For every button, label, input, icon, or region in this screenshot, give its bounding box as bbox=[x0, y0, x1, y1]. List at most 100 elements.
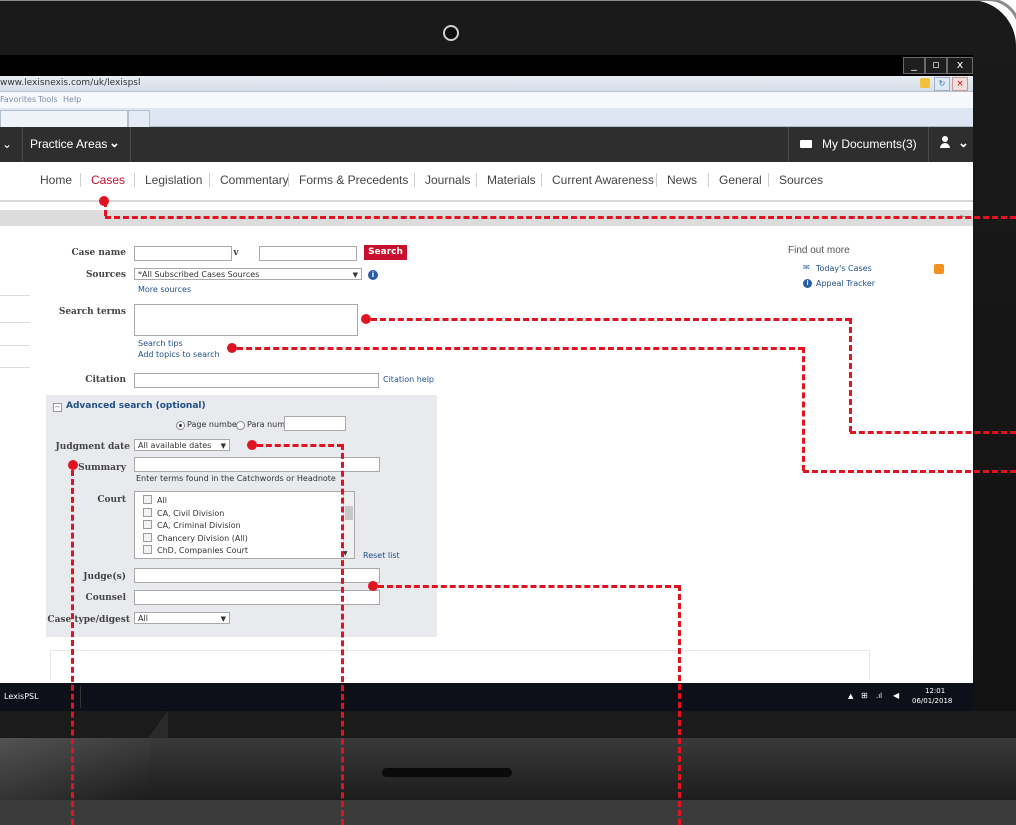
nav-divider bbox=[130, 127, 131, 162]
nav-general[interactable]: General bbox=[719, 173, 762, 187]
practice-areas-chevron-icon: ⌄ bbox=[109, 135, 120, 150]
para-number-radio[interactable] bbox=[236, 421, 245, 430]
callout-line bbox=[378, 585, 680, 588]
court-option-label: ChD, Companies Court bbox=[157, 546, 249, 555]
user-chevron-icon[interactable]: ⌄ bbox=[958, 135, 969, 151]
nav-journals[interactable]: Journals bbox=[425, 173, 470, 187]
citation-input[interactable] bbox=[134, 373, 379, 388]
laptop-screen: _ ▫ x www.lexisnexis.com/uk/lexispsl ↻ ×… bbox=[0, 55, 973, 711]
court-list-scrollbar[interactable] bbox=[343, 492, 354, 558]
page-para-input[interactable] bbox=[284, 416, 346, 431]
court-option[interactable]: Chancery Division (All) bbox=[135, 532, 354, 546]
nav-sources[interactable]: Sources bbox=[779, 173, 823, 187]
case-name-party2-input[interactable] bbox=[259, 246, 357, 261]
case-type-label: Case type/digest bbox=[47, 615, 130, 625]
menu-item-help[interactable]: Help bbox=[63, 92, 81, 108]
case-type-select[interactable]: All ▼ bbox=[134, 612, 230, 624]
dropdown-arrow-icon: ▼ bbox=[220, 442, 226, 450]
checkbox[interactable] bbox=[143, 495, 152, 504]
court-option-label: All bbox=[157, 496, 167, 505]
menu-item-favorites[interactable]: Favorites bbox=[0, 92, 36, 108]
reset-list-link[interactable]: Reset list bbox=[363, 551, 400, 560]
court-option[interactable]: All bbox=[135, 492, 354, 508]
callout-dot-summary bbox=[68, 460, 78, 470]
nav-news[interactable]: News bbox=[667, 173, 697, 187]
nav-commentary[interactable]: Commentary bbox=[220, 173, 289, 187]
court-option-label: CA, Civil Division bbox=[157, 508, 225, 518]
dropdown-arrow-icon: ▼ bbox=[352, 271, 358, 279]
callout-dot-add-topics bbox=[227, 343, 237, 353]
page-number-label: Page number bbox=[187, 420, 241, 429]
nav-current-awareness[interactable]: Current Awareness bbox=[552, 173, 654, 187]
maximize-button[interactable]: ▫ bbox=[925, 57, 947, 74]
browser-tab-active[interactable] bbox=[0, 110, 128, 127]
court-option[interactable]: ChD, Companies Court bbox=[135, 545, 354, 558]
refresh-icon[interactable]: ↻ bbox=[934, 77, 950, 91]
nav-forms-precedents[interactable]: Forms & Precedents bbox=[299, 173, 408, 187]
more-sources-link[interactable]: More sources bbox=[138, 285, 191, 294]
nav-cases[interactable]: Cases bbox=[91, 173, 125, 187]
citation-help-link[interactable]: Citation help bbox=[383, 375, 434, 384]
chevron-down-icon[interactable]: ⌄ bbox=[2, 137, 12, 151]
network-icon[interactable]: ⊞ bbox=[861, 691, 868, 700]
search-button[interactable]: Search bbox=[364, 245, 407, 260]
page-number-radio[interactable] bbox=[176, 421, 185, 430]
volume-icon[interactable]: ◀ bbox=[893, 691, 899, 700]
counsel-label: Counsel bbox=[85, 593, 126, 603]
court-listbox[interactable]: All CA, Civil Division CA, Criminal Divi… bbox=[134, 491, 355, 559]
tray-expand-icon[interactable]: ▲ bbox=[848, 692, 853, 700]
appeal-tracker-link[interactable]: Appeal Tracker bbox=[816, 279, 875, 288]
user-icon[interactable] bbox=[940, 136, 950, 148]
checkbox[interactable] bbox=[143, 532, 152, 542]
case-name-party1-input[interactable] bbox=[134, 246, 232, 261]
clock-time: 12:01 bbox=[925, 687, 946, 695]
court-option[interactable]: CA, Civil Division bbox=[135, 507, 354, 521]
checkbox[interactable] bbox=[143, 545, 152, 554]
practice-areas-menu[interactable]: Practice Areas bbox=[30, 137, 107, 151]
stop-icon[interactable]: × bbox=[952, 77, 968, 91]
advanced-search-toggle[interactable]: Advanced search (optional) bbox=[66, 401, 206, 411]
new-tab-button[interactable] bbox=[128, 110, 150, 127]
nav-legislation[interactable]: Legislation bbox=[145, 173, 202, 187]
court-option-label: Chancery Division (All) bbox=[157, 533, 248, 543]
court-option[interactable]: CA, Criminal Division bbox=[135, 520, 354, 533]
sources-select-value: *All Subscribed Cases Sources bbox=[138, 270, 260, 279]
sources-select[interactable]: *All Subscribed Cases Sources ▼ bbox=[134, 268, 362, 280]
taskbar-app-lexispsl[interactable]: LexisPSL bbox=[4, 692, 39, 701]
my-documents-link[interactable]: My Documents bbox=[822, 137, 902, 151]
callout-dot-search-terms bbox=[361, 314, 371, 324]
signal-icon[interactable]: .ıl bbox=[876, 692, 882, 700]
callout-line bbox=[237, 347, 804, 350]
court-label: Court bbox=[97, 495, 126, 505]
sources-label: Sources bbox=[85, 270, 126, 280]
webcam bbox=[443, 25, 459, 41]
collapse-icon[interactable]: − bbox=[53, 403, 62, 412]
lock-icon bbox=[920, 78, 930, 88]
divider bbox=[50, 650, 870, 651]
windows-taskbar: LexisPSL ▲ ⊞ .ıl ◀ 12:01 06/01/2018 bbox=[0, 683, 973, 711]
judgment-date-value: All available dates bbox=[138, 441, 212, 450]
laptop-hinge-slot bbox=[382, 768, 512, 777]
checkbox[interactable] bbox=[143, 507, 152, 517]
browser-menubar: Favorites Tools Help bbox=[0, 92, 973, 108]
info-icon[interactable]: i bbox=[368, 270, 378, 280]
add-topics-link[interactable]: Add topics to search bbox=[138, 350, 220, 359]
my-documents-count: (3) bbox=[902, 137, 917, 151]
nav-materials[interactable]: Materials bbox=[487, 173, 536, 187]
minimize-button[interactable]: _ bbox=[903, 57, 925, 74]
judgment-date-select[interactable]: All available dates ▼ bbox=[134, 439, 230, 451]
todays-cases-link[interactable]: Today's Cases bbox=[816, 264, 872, 273]
info-icon: i bbox=[803, 279, 812, 288]
callout-dot-cases bbox=[99, 196, 109, 206]
close-button[interactable]: x bbox=[947, 57, 973, 74]
search-terms-textarea[interactable] bbox=[134, 304, 358, 336]
rss-icon[interactable] bbox=[934, 264, 944, 274]
nav-divider bbox=[788, 127, 789, 162]
checkbox[interactable] bbox=[143, 520, 152, 529]
nav-home[interactable]: Home bbox=[40, 173, 72, 187]
menu-item-tools[interactable]: Tools bbox=[38, 92, 58, 108]
versus-label: v bbox=[233, 248, 239, 258]
search-tips-link[interactable]: Search tips bbox=[138, 339, 183, 348]
laptop-rim bbox=[0, 0, 1016, 31]
address-bar[interactable]: www.lexisnexis.com/uk/lexispsl ↻ × bbox=[0, 76, 973, 92]
